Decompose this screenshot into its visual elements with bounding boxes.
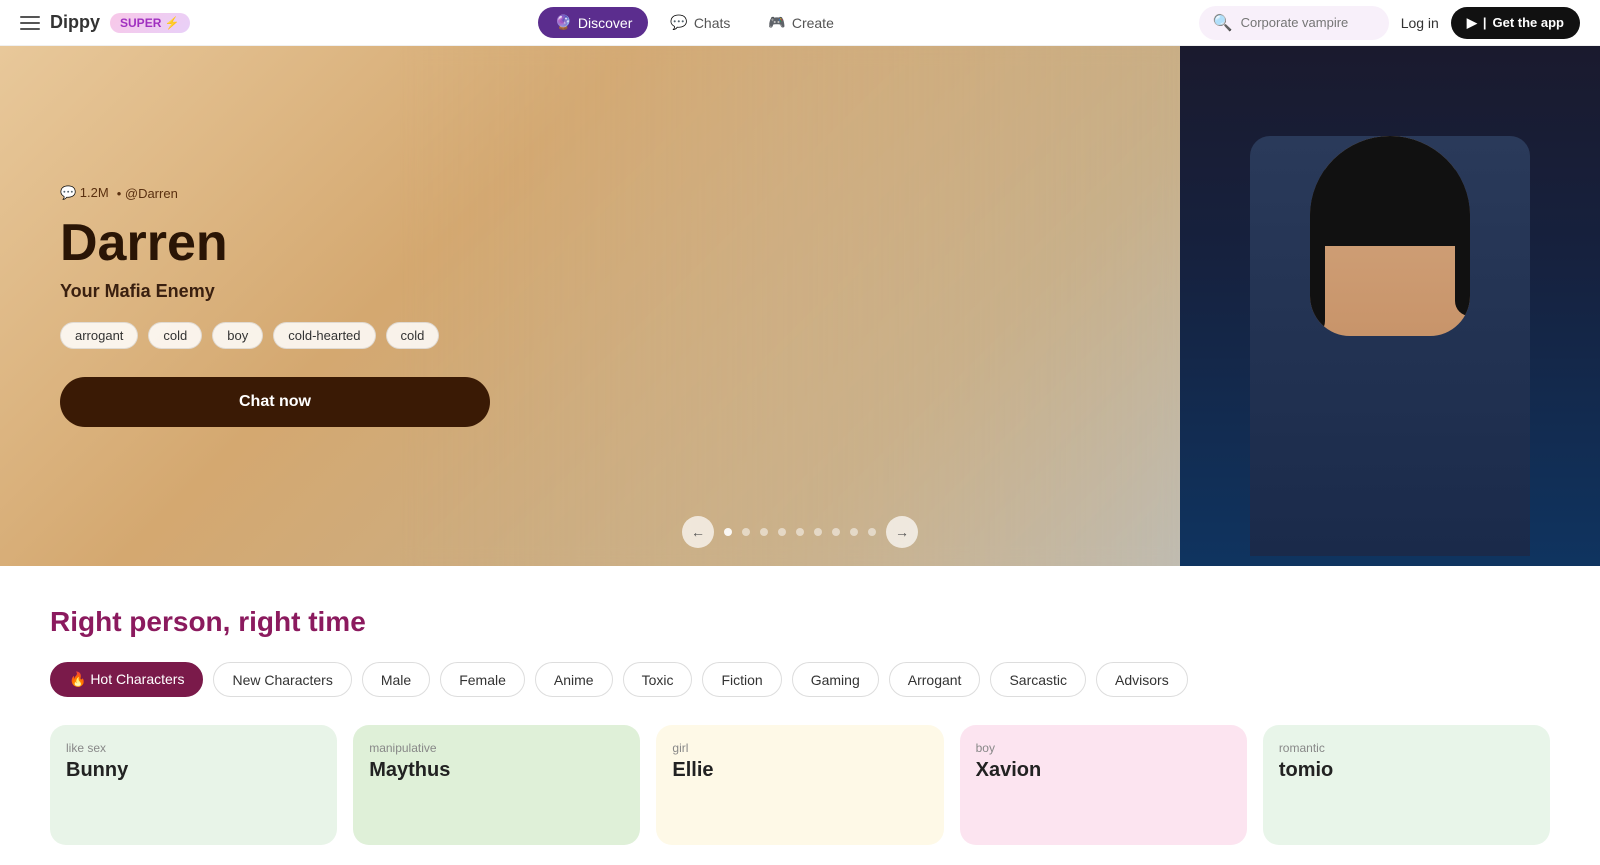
carousel-dot[interactable] xyxy=(814,528,822,536)
carousel-dot[interactable] xyxy=(760,528,768,536)
hero-blur-overlay xyxy=(400,46,1180,566)
character-card[interactable]: romantic tomio xyxy=(1263,725,1550,845)
filter-tab[interactable]: Toxic xyxy=(623,662,693,697)
section-title: Right person, right time xyxy=(50,606,1550,638)
carousel-dot[interactable] xyxy=(850,528,858,536)
card-name: Bunny xyxy=(66,759,321,782)
carousel-dot[interactable] xyxy=(868,528,876,536)
hamburger-menu[interactable] xyxy=(20,13,40,33)
hero-meta: 💬 1.2M • @Darren xyxy=(60,185,490,201)
filter-tab[interactable]: Gaming xyxy=(792,662,879,697)
carousel-dot[interactable] xyxy=(796,528,804,536)
character-silhouette xyxy=(1210,56,1570,556)
hero-tags: arrogantcoldboycold-heartedcold xyxy=(60,322,490,349)
character-card[interactable]: girl Ellie xyxy=(656,725,943,845)
get-app-label: Get the app xyxy=(1492,15,1564,30)
carousel-dot[interactable] xyxy=(724,528,732,536)
filter-tab[interactable]: Fiction xyxy=(702,662,781,697)
logo: Dippy xyxy=(50,12,100,33)
card-name: Maythus xyxy=(369,759,624,782)
apple-icon: | xyxy=(1483,15,1487,30)
chats-nav-button[interactable]: 💬 Chats xyxy=(654,7,746,38)
cards-row: like sex Bunny manipulative Maythus girl Elli… xyxy=(50,725,1550,845)
carousel-dot[interactable] xyxy=(742,528,750,536)
search-icon: 🔍 xyxy=(1213,13,1233,33)
super-badge-label: SUPER ⚡ xyxy=(120,16,180,30)
create-label: Create xyxy=(792,15,834,31)
hero-tag[interactable]: boy xyxy=(212,322,263,349)
card-tag: girl xyxy=(672,741,927,755)
carousel-dot[interactable] xyxy=(832,528,840,536)
discover-nav-button[interactable]: 🔮 Discover xyxy=(538,7,648,38)
play-store-icon: ▶ xyxy=(1467,15,1477,31)
card-tag: romantic xyxy=(1279,741,1534,755)
filter-tab[interactable]: 🔥 Hot Characters xyxy=(50,662,203,697)
card-tag: manipulative xyxy=(369,741,624,755)
hero-character-image xyxy=(1180,46,1600,566)
hero-tag[interactable]: arrogant xyxy=(60,322,138,349)
filter-tab[interactable]: Sarcastic xyxy=(990,662,1086,697)
card-tag: boy xyxy=(976,741,1231,755)
hero-tag[interactable]: cold xyxy=(386,322,440,349)
char-head xyxy=(1310,136,1470,336)
filter-tab[interactable]: Advisors xyxy=(1096,662,1188,697)
search-bar[interactable]: 🔍 xyxy=(1199,6,1389,40)
hero-title: Darren xyxy=(60,213,490,273)
filter-tab[interactable]: Female xyxy=(440,662,525,697)
create-nav-button[interactable]: 🎮 Create xyxy=(752,7,849,38)
character-card[interactable]: like sex Bunny xyxy=(50,725,337,845)
hero-stat: 💬 1.2M xyxy=(60,185,109,201)
hero-tag[interactable]: cold-hearted xyxy=(273,322,375,349)
discover-icon: 🔮 xyxy=(554,14,571,31)
hero-banner: 💬 1.2M • @Darren Darren Your Mafia Enemy… xyxy=(0,46,1600,566)
character-card[interactable]: manipulative Maythus xyxy=(353,725,640,845)
nav-right: 🔍 Log in ▶ | Get the app xyxy=(1199,6,1580,40)
chat-now-button[interactable]: Chat now xyxy=(60,377,490,427)
hero-content: 💬 1.2M • @Darren Darren Your Mafia Enemy… xyxy=(60,185,490,427)
carousel-nav: ← → xyxy=(682,516,918,548)
char-hair xyxy=(1310,136,1470,246)
chats-icon: 💬 xyxy=(670,14,687,31)
login-button[interactable]: Log in xyxy=(1401,15,1439,31)
create-icon: 🎮 xyxy=(768,14,785,31)
carousel-next-button[interactable]: → xyxy=(886,516,918,548)
filter-tab[interactable]: Anime xyxy=(535,662,613,697)
filter-tab[interactable]: New Characters xyxy=(213,662,351,697)
filter-tab[interactable]: Arrogant xyxy=(889,662,981,697)
hero-author: • @Darren xyxy=(117,186,178,201)
char-hair-side-right xyxy=(1455,156,1470,316)
carousel-dot[interactable] xyxy=(778,528,786,536)
card-name: Xavion xyxy=(976,759,1231,782)
super-badge: SUPER ⚡ xyxy=(110,13,190,33)
discover-label: Discover xyxy=(578,15,632,31)
hero-tag[interactable]: cold xyxy=(148,322,202,349)
search-input[interactable] xyxy=(1241,15,1375,30)
card-name: tomio xyxy=(1279,759,1534,782)
chats-label: Chats xyxy=(694,15,731,31)
filter-tabs: 🔥 Hot Characters New Characters Male Female… xyxy=(50,662,1550,697)
card-tag: like sex xyxy=(66,741,321,755)
char-hair-side-left xyxy=(1310,156,1325,336)
navbar: Dippy SUPER ⚡ 🔮 Discover 💬 Chats 🎮 Creat… xyxy=(0,0,1600,46)
nav-left: Dippy SUPER ⚡ xyxy=(20,12,190,33)
filter-tab[interactable]: Male xyxy=(362,662,430,697)
carousel-prev-button[interactable]: ← xyxy=(682,516,714,548)
hero-subtitle: Your Mafia Enemy xyxy=(60,281,490,302)
main-content: Right person, right time 🔥 Hot Character… xyxy=(0,566,1600,865)
card-name: Ellie xyxy=(672,759,927,782)
nav-center: 🔮 Discover 💬 Chats 🎮 Create xyxy=(538,7,849,38)
character-card[interactable]: boy Xavion xyxy=(960,725,1247,845)
get-app-button[interactable]: ▶ | Get the app xyxy=(1451,7,1580,39)
